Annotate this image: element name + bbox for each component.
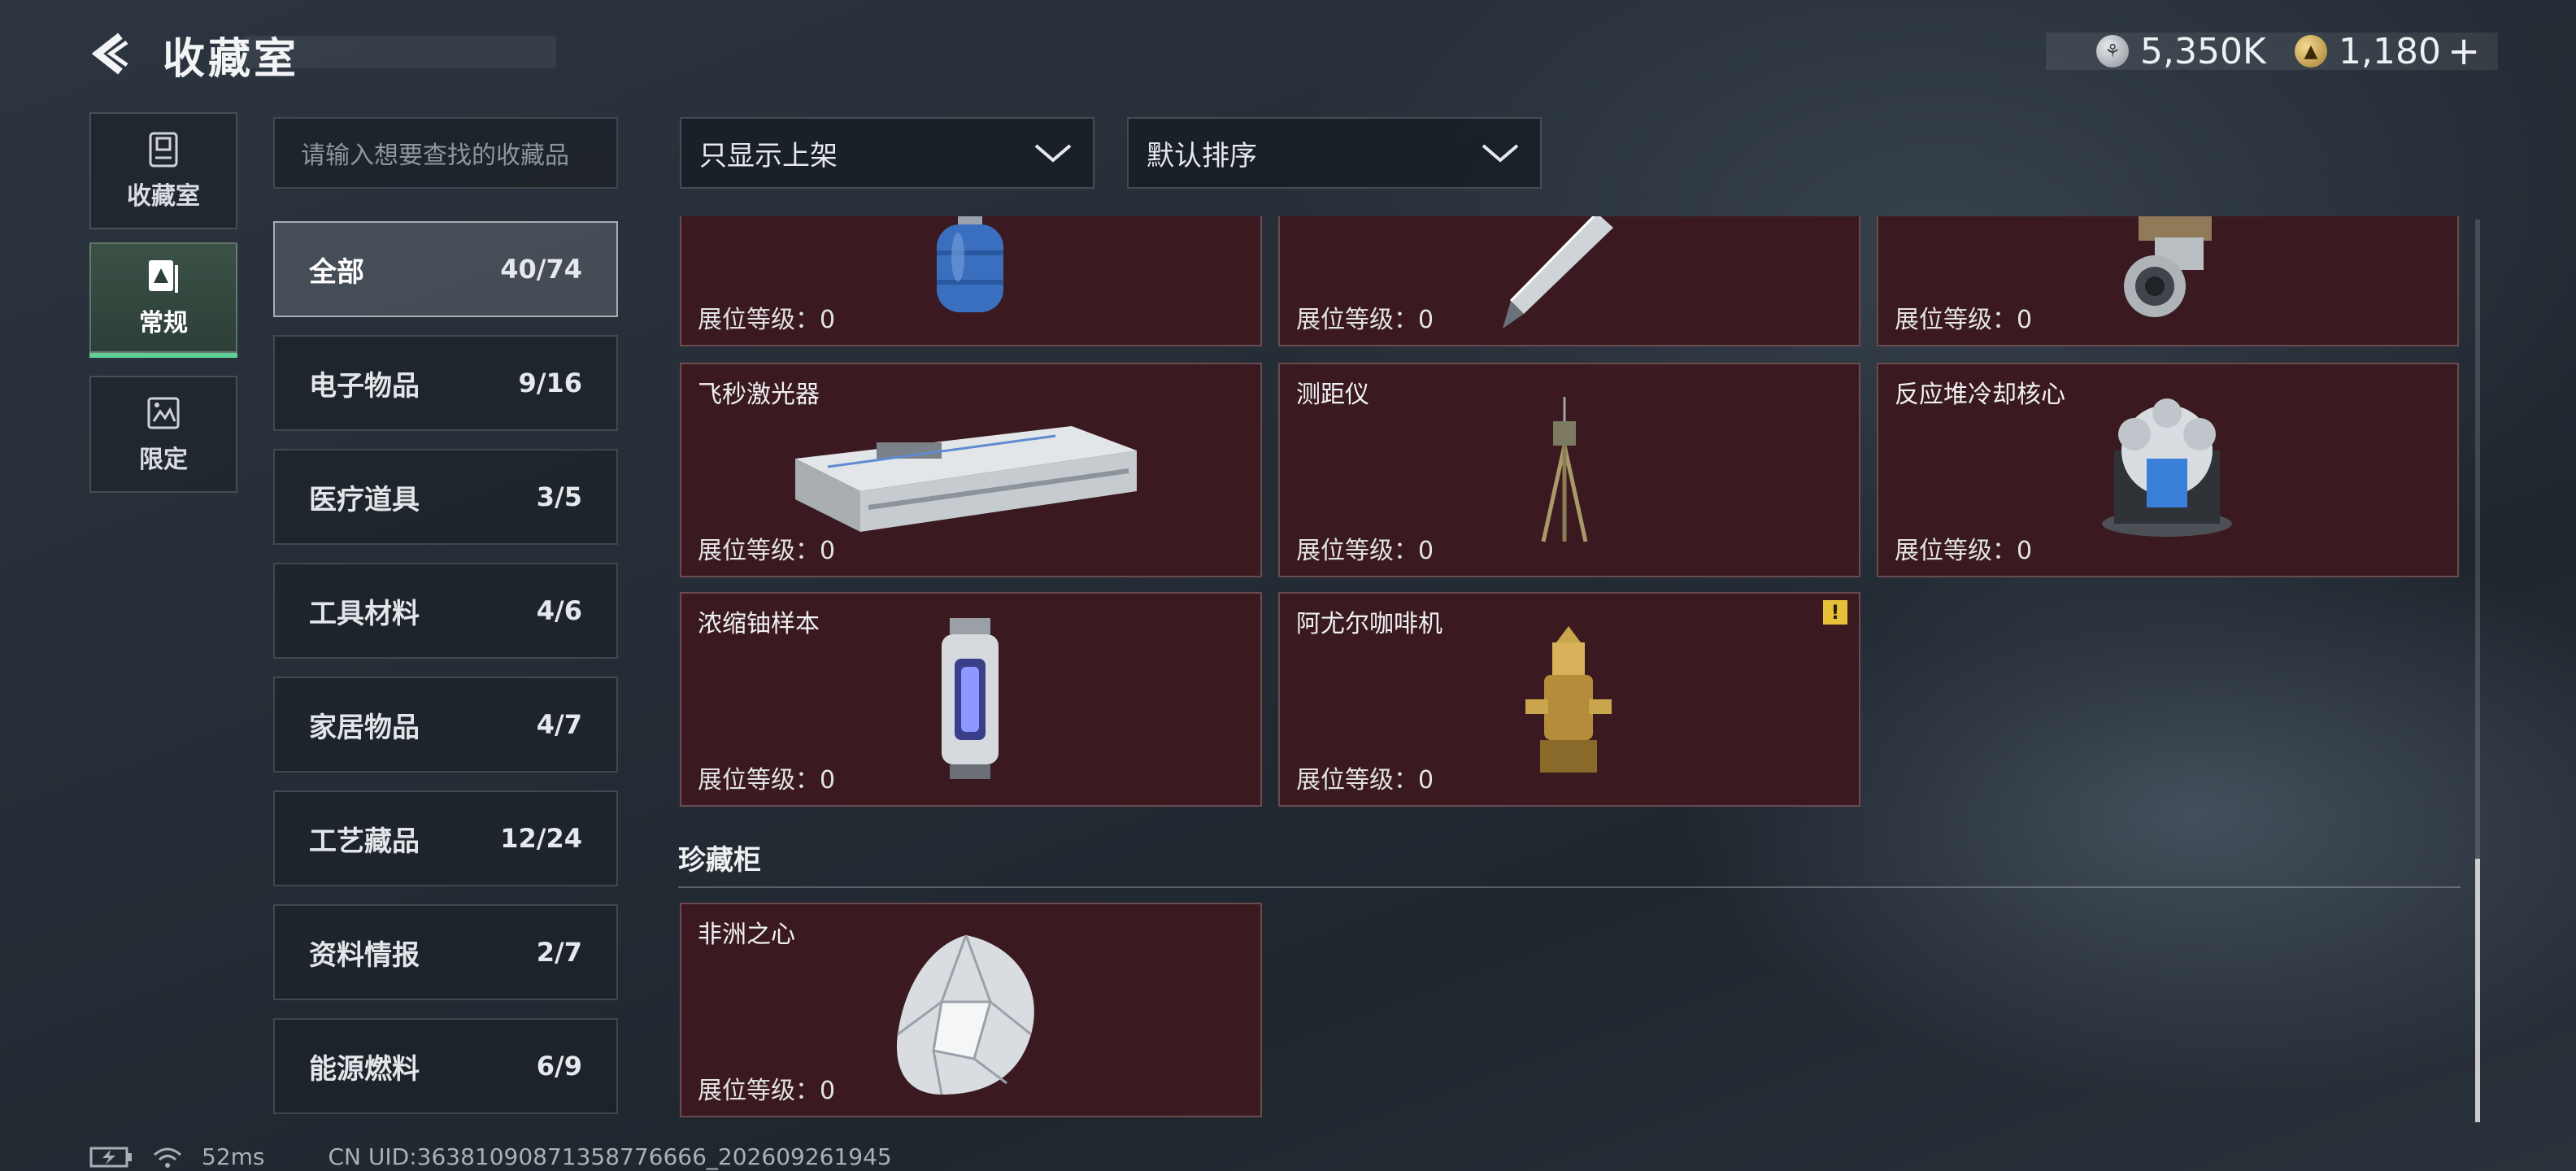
nav-limited-label: 限定 xyxy=(139,446,188,474)
ping-value: 52ms xyxy=(202,1143,265,1170)
category-label: 医疗道具 xyxy=(309,483,420,516)
category-intel[interactable]: 资料情报 2/7 xyxy=(273,904,618,1000)
display-filter-dropdown[interactable]: 只显示上架 xyxy=(680,117,1094,189)
limited-collection-icon xyxy=(147,397,180,429)
add-currency-button[interactable]: + xyxy=(2448,28,2480,74)
booth-level: 展位等级：0 xyxy=(698,306,836,334)
booth-level: 展位等级：0 xyxy=(1296,537,1434,565)
collection-card[interactable]: 展位等级：0 xyxy=(1877,216,2459,346)
category-medical[interactable]: 医疗道具 3/5 xyxy=(273,449,618,545)
reactor-core-icon xyxy=(2102,398,2232,537)
pen-icon xyxy=(1503,216,1613,329)
category-crafts[interactable]: 工艺藏品 12/24 xyxy=(273,790,618,886)
booth-level: 展位等级：0 xyxy=(698,1077,836,1105)
category-count: 40/74 xyxy=(500,254,582,285)
coffee-machine-icon xyxy=(1525,626,1612,773)
scrollbar-thumb[interactable] xyxy=(2475,859,2480,1122)
category-count: 12/24 xyxy=(500,823,582,854)
diamond-icon xyxy=(896,934,1034,1095)
uid-text: CN UID:36381090871358776666_202609261945 xyxy=(328,1143,892,1170)
item-name: 测距仪 xyxy=(1296,381,1369,409)
gas-canister-icon xyxy=(937,216,1003,312)
back-button[interactable] xyxy=(86,29,135,78)
category-all[interactable]: 全部 40/74 xyxy=(273,221,618,317)
collection-card[interactable]: 飞秒激光器 展位等级：0 xyxy=(680,363,1262,577)
category-count: 2/7 xyxy=(536,937,582,968)
collection-grid: 展位等级：0 展位等级：0 展位等级：0 飞秒激光器 展位等级：0 测距仪 展位… xyxy=(678,216,2467,1119)
gold-currency-value: 1,180 xyxy=(2339,30,2441,72)
uranium-capsule-icon xyxy=(942,618,999,779)
item-name: 非洲之心 xyxy=(698,921,795,949)
nav-regular-label: 常规 xyxy=(139,309,188,337)
item-name: 阿尤尔咖啡机 xyxy=(1296,610,1442,638)
collection-card[interactable]: 展位等级：0 xyxy=(1278,216,1860,346)
category-label: 全部 xyxy=(309,255,364,289)
category-label: 家居物品 xyxy=(309,711,420,744)
nav-regular[interactable]: 常规 xyxy=(89,242,237,353)
category-count: 6/9 xyxy=(536,1051,582,1082)
category-count: 4/6 xyxy=(536,595,582,626)
nav-limited[interactable]: 限定 xyxy=(89,376,237,493)
sort-value: 默认排序 xyxy=(1147,139,1257,172)
collection-card[interactable]: 阿尤尔咖啡机 ! 展位等级：0 xyxy=(1278,592,1860,807)
battery-icon xyxy=(89,1147,132,1167)
rangefinder-tripod-icon xyxy=(1541,397,1588,542)
nav-active-indicator xyxy=(89,353,237,358)
gold-currency: ▲ 1,180 + xyxy=(2295,28,2480,75)
collection-card[interactable]: 反应堆冷却核心 展位等级：0 xyxy=(1877,363,2459,577)
mechanical-part-icon xyxy=(2124,216,2212,317)
chevron-down-icon xyxy=(1034,144,1072,163)
item-name: 浓缩铀样本 xyxy=(698,610,820,638)
category-tools[interactable]: 工具材料 4/6 xyxy=(273,563,618,659)
silver-currency: ⚘ 5,350K xyxy=(2096,28,2266,75)
warning-icon: ! xyxy=(1823,600,1847,625)
wifi-icon xyxy=(154,1147,181,1168)
booth-level: 展位等级：0 xyxy=(698,537,836,565)
booth-level: 展位等级：0 xyxy=(1895,306,2033,334)
booth-level: 展位等级：0 xyxy=(698,766,836,794)
category-electronics[interactable]: 电子物品 9/16 xyxy=(273,335,618,431)
category-label: 工艺藏品 xyxy=(309,825,420,858)
back-arrow-icon xyxy=(91,33,128,75)
category-fuel[interactable]: 能源燃料 6/9 xyxy=(273,1018,618,1114)
nav-vault-label: 收藏室 xyxy=(127,182,200,211)
category-label: 能源燃料 xyxy=(309,1052,420,1086)
vault-icon xyxy=(149,132,178,168)
collection-card[interactable]: 非洲之心 展位等级：0 xyxy=(680,903,1262,1117)
section-title: 珍藏柜 xyxy=(678,844,761,877)
display-filter-value: 只显示上架 xyxy=(699,139,838,172)
category-count: 9/16 xyxy=(518,368,582,398)
status-bar: 52ms CN UID:36381090871358776666_2026092… xyxy=(89,1143,892,1170)
category-household[interactable]: 家居物品 4/7 xyxy=(273,677,618,773)
booth-level: 展位等级：0 xyxy=(1296,306,1434,334)
category-count: 3/5 xyxy=(536,481,582,512)
item-name: 飞秒激光器 xyxy=(698,381,820,409)
search-input[interactable]: 请输入想要查找的收藏品 xyxy=(273,117,618,189)
regular-collection-icon xyxy=(149,260,178,293)
gold-coin-icon: ▲ xyxy=(2295,35,2327,67)
section-divider xyxy=(678,886,2461,888)
laser-device-icon xyxy=(795,426,1137,532)
category-label: 资料情报 xyxy=(309,938,420,972)
booth-level: 展位等级：0 xyxy=(1296,766,1434,794)
sort-dropdown[interactable]: 默认排序 xyxy=(1127,117,1542,189)
chevron-down-icon xyxy=(1482,144,1519,163)
page-title: 收藏室 xyxy=(163,35,300,84)
collection-card[interactable]: 展位等级：0 xyxy=(680,216,1262,346)
nav-vault[interactable]: 收藏室 xyxy=(89,112,237,229)
collection-card[interactable]: 测距仪 展位等级：0 xyxy=(1278,363,1860,577)
category-label: 电子物品 xyxy=(309,369,420,403)
category-label: 工具材料 xyxy=(309,597,420,630)
booth-level: 展位等级：0 xyxy=(1895,537,2033,565)
silver-coin-icon: ⚘ xyxy=(2096,35,2129,67)
category-count: 4/7 xyxy=(536,709,582,740)
collection-card[interactable]: 浓缩铀样本 展位等级：0 xyxy=(680,592,1262,807)
silver-currency-value: 5,350K xyxy=(2140,30,2266,72)
item-name: 反应堆冷却核心 xyxy=(1895,381,2065,409)
